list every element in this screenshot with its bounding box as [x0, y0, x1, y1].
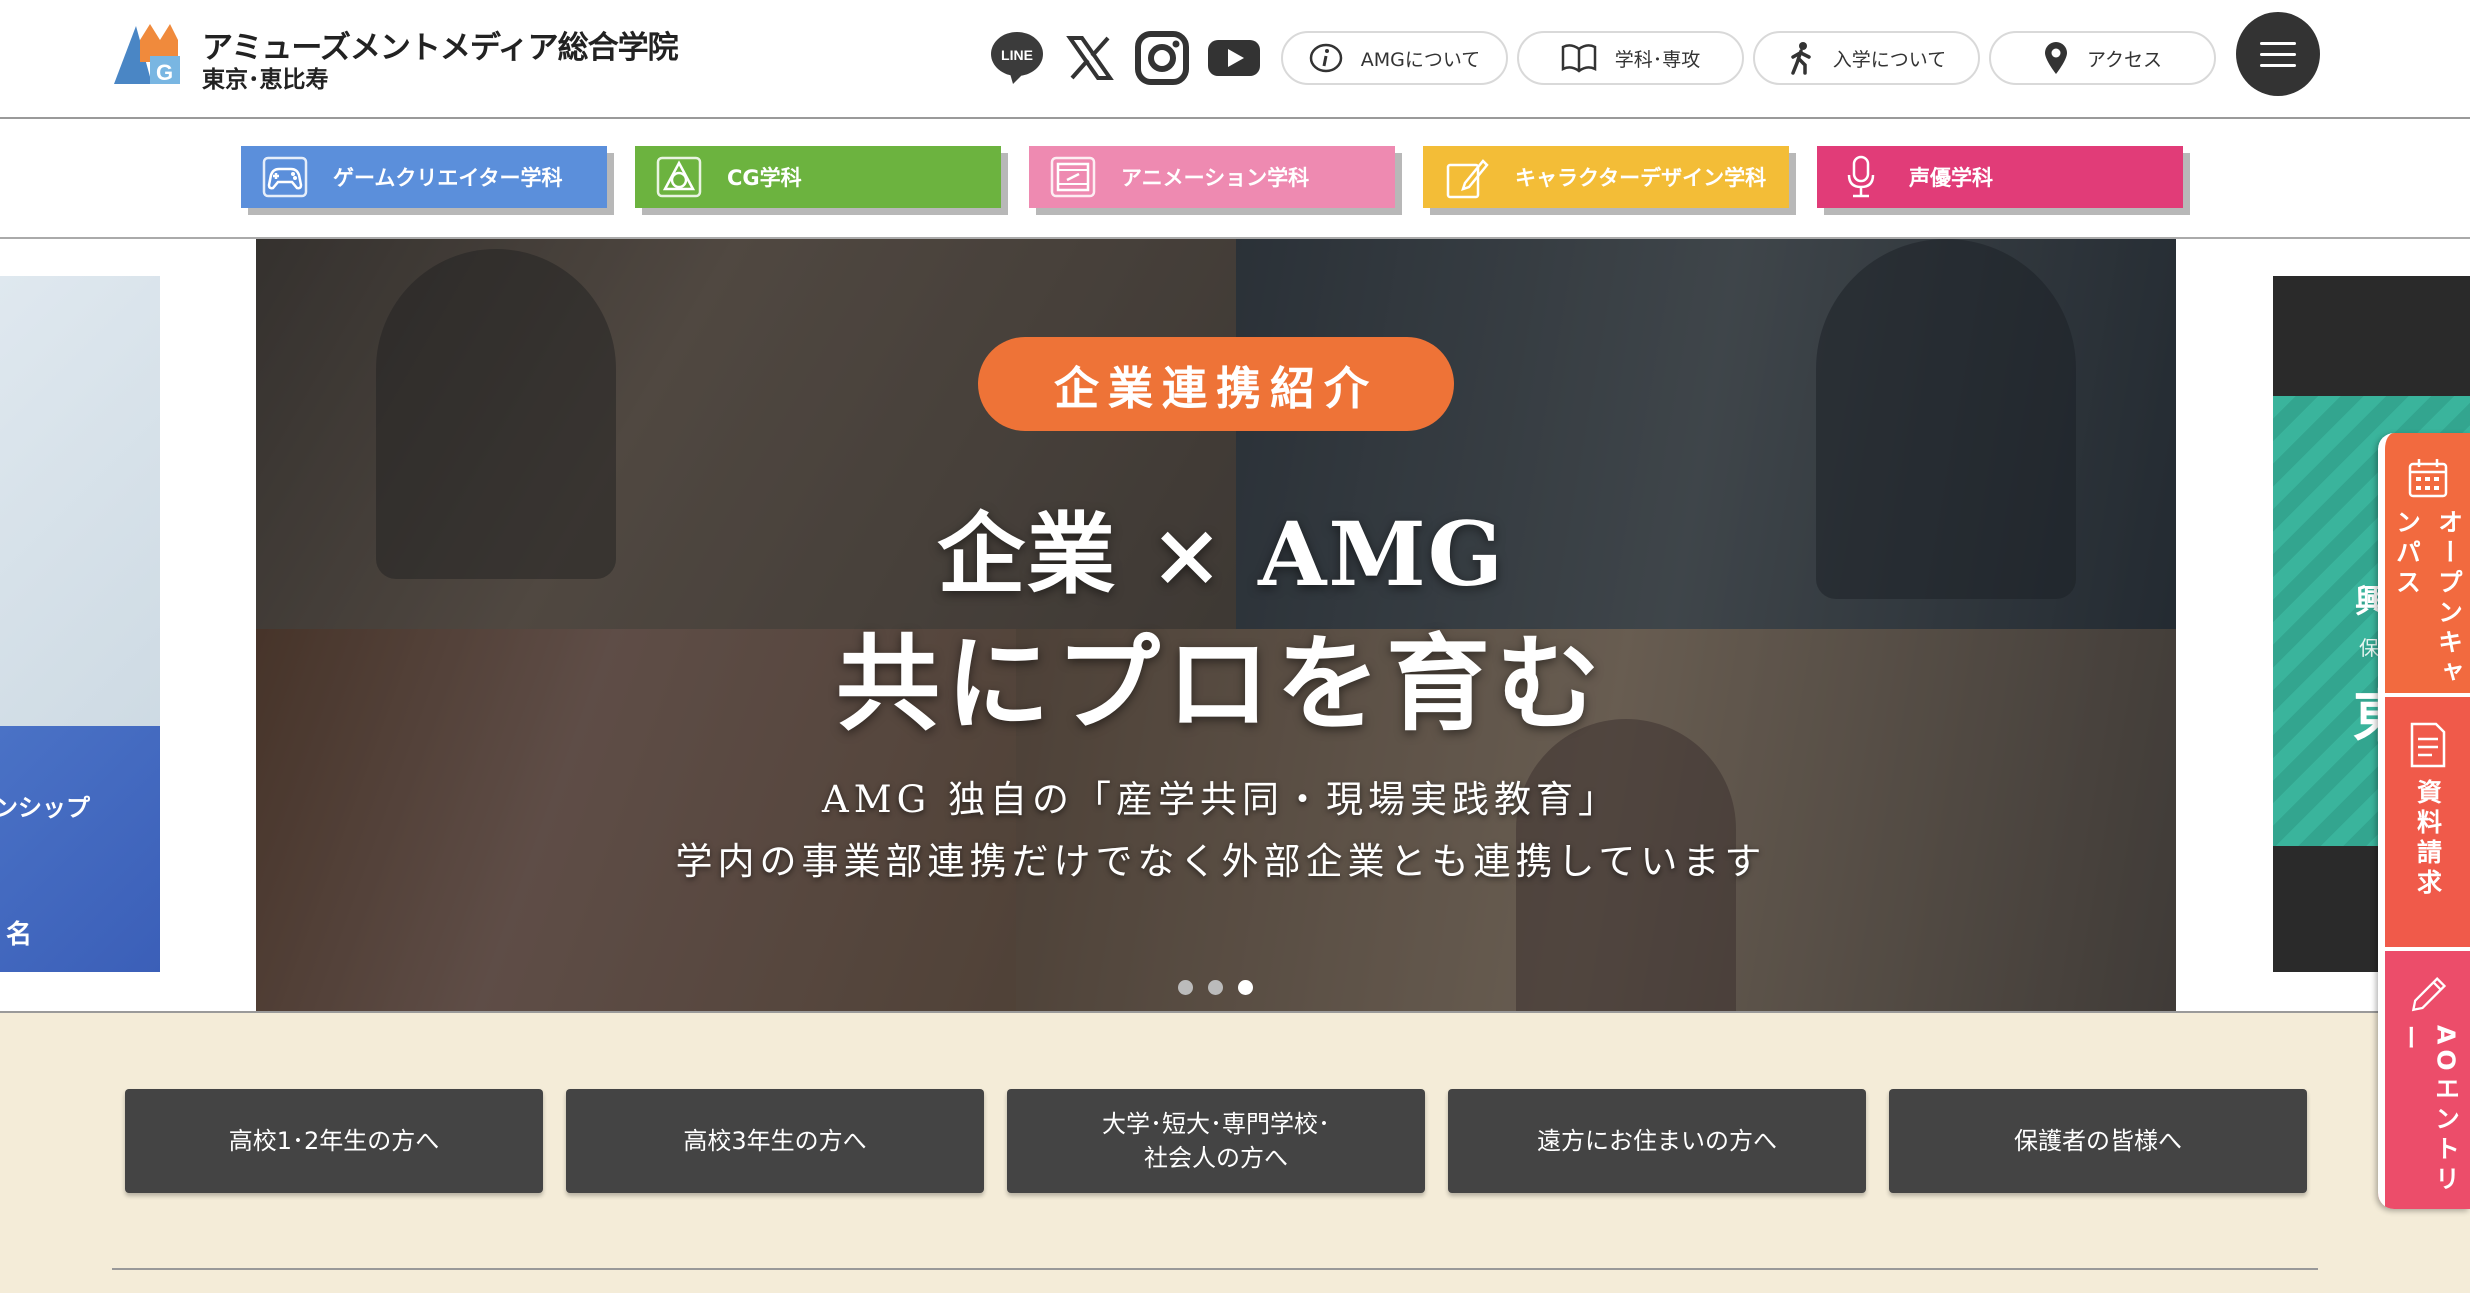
audience-hs-3-button[interactable]: 高校3年生の方へ	[566, 1089, 984, 1193]
carousel-prev-slide-peek[interactable]: ンシップ 名	[0, 276, 160, 972]
audience-hs-1-2-button[interactable]: 高校1･2年生の方へ	[125, 1089, 543, 1193]
x-icon[interactable]	[1062, 30, 1118, 86]
dept-tab-label: CG学科	[727, 166, 802, 190]
audience-label: 高校1･2年生の方へ	[228, 1127, 440, 1155]
nav-access-label: アクセス	[2086, 48, 2163, 71]
site-logo[interactable]: G アミューズメントメディア総合学院 東京･恵比寿	[112, 20, 679, 93]
dept-tab-label: アニメーション学科	[1121, 166, 1310, 190]
dept-tab-animation[interactable]: アニメーション学科	[1029, 146, 1395, 208]
audience-university-adults-button[interactable]: 大学･短大･専門学校･ 社会人の方へ	[1007, 1089, 1425, 1193]
document-icon	[2410, 722, 2445, 768]
carousel-dot-1[interactable]	[1178, 980, 1193, 995]
svg-text:G: G	[156, 60, 173, 85]
hamburger-menu-button[interactable]	[2236, 12, 2320, 96]
dept-tab-label: 声優学科	[1909, 166, 1993, 190]
audience-label: 保護者の皆様へ	[2014, 1127, 2182, 1155]
cg-icon	[656, 156, 702, 198]
nav-admission-label: 入学について	[1832, 48, 1947, 71]
menu-line	[2260, 42, 2296, 45]
carousel-dot-3-active[interactable]	[1238, 980, 1253, 995]
nav-about-button[interactable]: AMGについて	[1281, 31, 1508, 85]
brochure-request-tab[interactable]: 資料請求	[2378, 693, 2470, 947]
dept-tab-voice-actor[interactable]: 声優学科	[1817, 146, 2183, 208]
site-header: G アミューズメントメディア総合学院 東京･恵比寿 LINE AMGについて 学…	[0, 0, 2470, 119]
hero-heading-main: 共にプロを育む	[835, 622, 1606, 745]
dept-tab-cg[interactable]: CG学科	[635, 146, 1001, 208]
divider	[112, 1268, 2318, 1270]
pencil-icon	[2411, 977, 2446, 1012]
logo-subtitle: 東京･恵比寿	[202, 67, 329, 93]
menu-line	[2260, 53, 2296, 56]
open-campus-tab[interactable]: オープンキャンパス	[2378, 433, 2470, 693]
audience-label: 大学･短大･専門学校･ 社会人の方へ	[1102, 1110, 1330, 1172]
audience-label: 高校3年生の方へ	[683, 1127, 867, 1155]
line-label: LINE	[1001, 47, 1033, 63]
info-icon	[1309, 43, 1342, 73]
map-pin-icon	[2044, 42, 2067, 74]
nav-departments-label: 学科･専攻	[1614, 48, 1701, 71]
walking-person-icon	[1791, 42, 1811, 75]
hero-carousel-slide[interactable]: 企業連携紹介 企業 × AMG 共にプロを育む AMG 独自の「産学共同・現場実…	[256, 239, 2176, 1011]
ao-entry-tab[interactable]: AOエントリー	[2378, 947, 2470, 1209]
pen-icon	[1446, 159, 1489, 199]
film-icon	[1050, 156, 1096, 198]
hero-category-badge: 企業連携紹介	[978, 337, 1454, 431]
audience-parents-button[interactable]: 保護者の皆様へ	[1889, 1089, 2307, 1193]
menu-line	[2260, 64, 2296, 67]
amg-logo-mark: G	[114, 24, 180, 85]
dept-tab-label: ゲームクリエイター学科	[333, 166, 563, 190]
slide-peek-text: 保	[2359, 636, 2379, 660]
open-campus-label: オープンキャンパス	[2392, 509, 2464, 689]
nav-about-label: AMGについて	[1360, 48, 1481, 71]
hero-body-text: 学内の事業部連携だけでなく外部企業とも連携しています	[675, 840, 1767, 883]
instagram-icon[interactable]	[1134, 30, 1190, 86]
hero-heading: 企業 × AMG	[937, 502, 1505, 606]
microphone-icon	[1847, 155, 1875, 198]
slide-peek-text: 名	[6, 920, 33, 950]
brochure-request-label: 資料請求	[2413, 779, 2443, 899]
calendar-icon	[2408, 459, 2447, 498]
audience-label: 遠方にお住まいの方へ	[1537, 1127, 1777, 1155]
nav-access-button[interactable]: アクセス	[1989, 31, 2216, 85]
youtube-icon[interactable]	[1206, 30, 1262, 86]
audience-remote-button[interactable]: 遠方にお住まいの方へ	[1448, 1089, 1866, 1193]
nav-departments-button[interactable]: 学科･専攻	[1517, 31, 1744, 85]
ao-entry-label: AOエントリー	[2395, 1025, 2461, 1196]
side-floating-tabs: オープンキャンパス 資料請求 AOエントリー	[2378, 433, 2470, 1209]
slide-peek-text: ンシップ	[0, 794, 90, 822]
line-icon[interactable]: LINE	[989, 30, 1045, 86]
dept-tab-label: キャラクターデザイン学科	[1515, 166, 1767, 190]
dept-tab-character-design[interactable]: キャラクターデザイン学科	[1423, 146, 1789, 208]
audience-section: 高校1･2年生の方へ 高校3年生の方へ 大学･短大･専門学校･ 社会人の方へ 遠…	[0, 1011, 2470, 1293]
game-controller-icon	[262, 156, 308, 198]
hero-body-text: AMG 独自の「産学共同・現場実践教育」	[822, 778, 1620, 821]
carousel-dot-2[interactable]	[1208, 980, 1223, 995]
dept-tab-game-creator[interactable]: ゲームクリエイター学科	[241, 146, 607, 208]
book-icon	[1561, 44, 1596, 73]
nav-admission-button[interactable]: 入学について	[1753, 31, 1980, 85]
